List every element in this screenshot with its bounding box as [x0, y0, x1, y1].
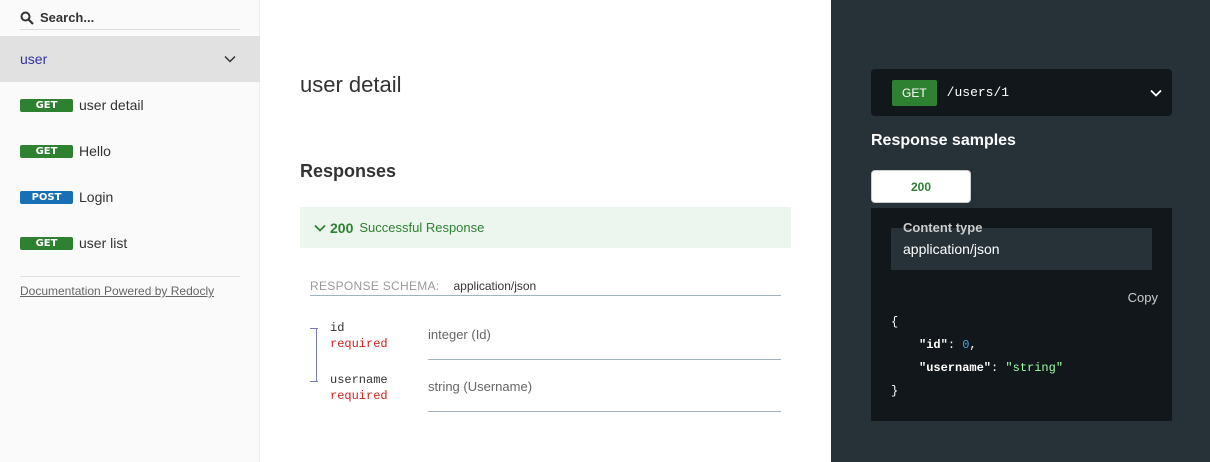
property-required: required: [330, 337, 388, 351]
response-samples-heading: Response samples: [871, 132, 1016, 149]
endpoint-path: /users/1: [946, 85, 1010, 100]
sidebar-item-label: user detail: [79, 97, 144, 113]
code-brace-open: {: [891, 315, 899, 329]
code-value: 0: [962, 338, 970, 352]
schema-type: application/json: [453, 278, 537, 293]
sidebar-item-label: user list: [79, 235, 128, 251]
responses-heading: Responses: [300, 161, 397, 181]
response-code: 200: [330, 219, 354, 236]
response-schema-row: RESPONSE SCHEMA: application/json: [310, 276, 781, 296]
sidebar-item-user-detail[interactable]: GET user detail: [20, 95, 240, 115]
schema-label: RESPONSE SCHEMA:: [310, 278, 440, 293]
code-key: "username": [919, 361, 992, 375]
search-input[interactable]: [40, 10, 230, 25]
content-type-label: Content type: [903, 220, 983, 235]
tree-line: [316, 328, 317, 381]
sample-box: Content type application/json Copy { "id…: [871, 208, 1172, 421]
tree-branch: [310, 328, 318, 329]
samples-panel: GET /users/1 Response samples 200 Conten…: [831, 0, 1210, 462]
response-description: Successful Response: [359, 220, 485, 235]
method-badge: GET: [20, 144, 73, 158]
content-type-value: application/json: [903, 241, 1000, 257]
sidebar-item-login[interactable]: POST Login: [20, 187, 240, 207]
response-200-toggle[interactable]: 200 Successful Response: [300, 207, 791, 248]
code-value: "string": [1005, 361, 1064, 375]
property-required: required: [330, 389, 388, 403]
property-name: username: [330, 373, 388, 387]
method-badge: POST: [20, 190, 73, 204]
copy-button[interactable]: Copy: [1128, 290, 1158, 305]
code-key: "id": [919, 338, 948, 352]
powered-by-link[interactable]: Documentation Powered by Redocly: [20, 284, 214, 298]
property-divider: [428, 411, 781, 412]
content-type-select[interactable]: Content type application/json: [891, 220, 1152, 270]
chevron-down-icon: [224, 55, 236, 63]
sidebar: user GET user detail GET Hello POST Logi…: [0, 0, 260, 462]
sidebar-item-hello[interactable]: GET Hello: [20, 141, 240, 161]
sidebar-item-user-list[interactable]: GET user list: [20, 233, 240, 253]
property-type: string (Username): [428, 379, 533, 394]
code-brace-close: }: [891, 384, 899, 398]
method-badge: GET: [892, 79, 937, 106]
operation-content: user detail Responses 200 Successful Res…: [260, 0, 831, 462]
tab-200[interactable]: 200: [871, 170, 971, 203]
sidebar-divider: [20, 276, 240, 277]
chevron-down-icon: [314, 224, 326, 232]
tree-branch: [310, 381, 318, 382]
sidebar-item-label: Login: [79, 189, 114, 205]
endpoint-toggle[interactable]: GET /users/1: [871, 69, 1172, 116]
chevron-down-icon: [1150, 89, 1162, 97]
sidebar-group-user[interactable]: user: [0, 36, 260, 82]
property-divider: [428, 359, 781, 360]
property-type: integer (Id): [428, 327, 491, 342]
property-name: id: [330, 321, 345, 335]
code-line-username: "username": "string": [919, 361, 1064, 375]
method-badge: GET: [20, 98, 73, 112]
method-badge: GET: [20, 236, 73, 250]
search-icon: [20, 11, 34, 25]
code-line-id: "id": 0,: [919, 338, 977, 352]
sidebar-item-label: Hello: [79, 143, 111, 159]
page-title: user detail: [300, 72, 402, 97]
sidebar-group-label: user: [20, 51, 48, 67]
search-bar: [20, 6, 240, 30]
